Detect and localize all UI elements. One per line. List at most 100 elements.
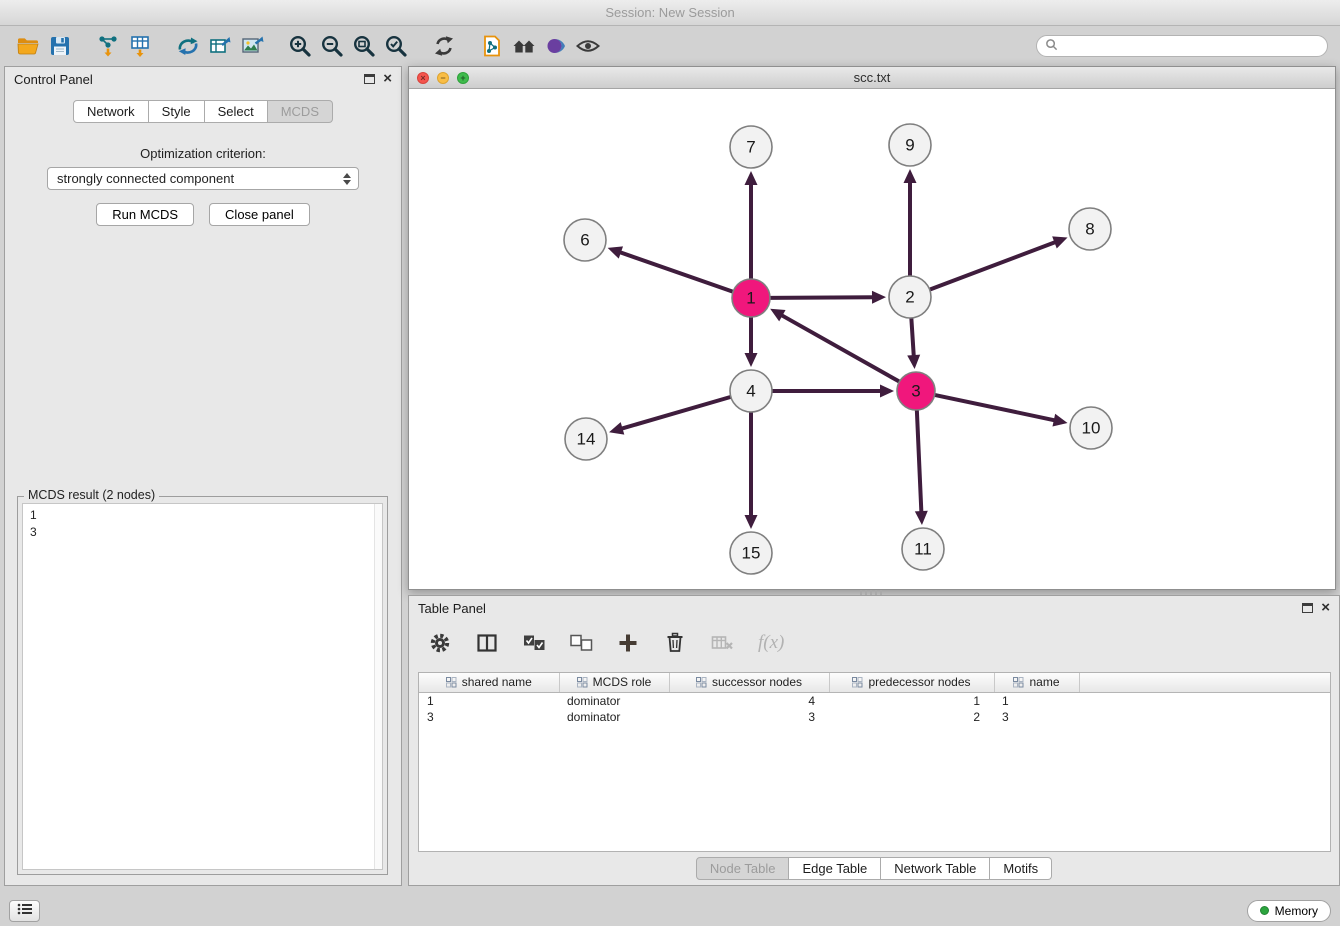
network-node-15[interactable]: 15 bbox=[730, 532, 772, 574]
import-network-icon[interactable] bbox=[92, 31, 124, 61]
tab-style[interactable]: Style bbox=[149, 100, 205, 123]
unselect-all-icon[interactable] bbox=[566, 628, 596, 658]
zoom-fit-icon[interactable] bbox=[348, 31, 380, 61]
column-header-successor-nodes[interactable]: successor nodes bbox=[669, 673, 829, 692]
column-header-shared-name[interactable]: shared name bbox=[419, 673, 559, 692]
column-header-mcds-role[interactable]: MCDS role bbox=[559, 673, 669, 692]
table-cell[interactable]: 3 bbox=[419, 709, 559, 725]
network-node-7[interactable]: 7 bbox=[730, 126, 772, 168]
delete-row-icon[interactable] bbox=[660, 628, 690, 658]
network-edge-3-11[interactable] bbox=[917, 410, 922, 513]
optimization-criterion-label: Optimization criterion: bbox=[5, 146, 401, 161]
edge-arrowhead bbox=[1052, 414, 1067, 427]
minimize-window-icon[interactable]: − bbox=[437, 72, 449, 84]
float-table-panel-icon[interactable] bbox=[1302, 603, 1313, 613]
svg-text:11: 11 bbox=[914, 540, 932, 559]
tab-select[interactable]: Select bbox=[205, 100, 268, 123]
search-input[interactable] bbox=[1063, 39, 1319, 53]
edge-arrowhead bbox=[608, 246, 623, 258]
network-edge-2-3[interactable] bbox=[911, 318, 913, 357]
svg-text:8: 8 bbox=[1085, 220, 1094, 239]
apply-layout-icon[interactable] bbox=[428, 31, 460, 61]
save-session-icon[interactable] bbox=[44, 31, 76, 61]
add-row-icon[interactable] bbox=[613, 628, 643, 658]
show-graphics-icon[interactable] bbox=[572, 31, 604, 61]
zoom-in-icon[interactable] bbox=[284, 31, 316, 61]
select-all-icon[interactable] bbox=[519, 628, 549, 658]
network-node-2[interactable]: 2 bbox=[889, 276, 931, 318]
edge-arrowhead bbox=[915, 511, 928, 525]
table-cell[interactable]: 1 bbox=[419, 692, 559, 709]
close-panel-icon[interactable]: × bbox=[383, 74, 392, 84]
table-cell[interactable]: dominator bbox=[559, 709, 669, 725]
tab-mcds[interactable]: MCDS bbox=[268, 100, 333, 123]
tab-network[interactable]: Network bbox=[73, 100, 149, 123]
table-cell[interactable]: 1 bbox=[994, 692, 1079, 709]
open-session-icon[interactable] bbox=[12, 31, 44, 61]
zoom-selected-icon[interactable] bbox=[380, 31, 412, 61]
export-network-icon[interactable] bbox=[172, 31, 204, 61]
style-icon[interactable] bbox=[540, 31, 572, 61]
function-builder-icon[interactable]: f(x) bbox=[758, 632, 784, 654]
network-window-title: scc.txt bbox=[409, 70, 1335, 85]
tab-network-table[interactable]: Network Table bbox=[881, 857, 990, 880]
network-edge-4-14[interactable] bbox=[621, 397, 731, 429]
edge-arrowhead bbox=[745, 353, 758, 367]
import-table-icon[interactable] bbox=[124, 31, 156, 61]
table-settings-icon[interactable] bbox=[425, 628, 455, 658]
float-panel-icon[interactable] bbox=[364, 74, 375, 84]
network-edge-3-10[interactable] bbox=[935, 395, 1056, 421]
tab-edge-table[interactable]: Edge Table bbox=[789, 857, 881, 880]
network-file-icon[interactable] bbox=[476, 31, 508, 61]
table-panel-header: Table Panel × bbox=[409, 596, 1339, 620]
table-cell[interactable]: 3 bbox=[994, 709, 1079, 725]
network-edge-1-2[interactable] bbox=[770, 297, 874, 298]
network-node-6[interactable]: 6 bbox=[564, 219, 606, 261]
delete-table-icon bbox=[707, 628, 737, 658]
edge-arrowhead bbox=[745, 515, 758, 529]
svg-text:9: 9 bbox=[905, 136, 914, 155]
network-node-11[interactable]: 11 bbox=[902, 528, 944, 570]
edge-arrowhead bbox=[907, 355, 920, 369]
result-scrollbar[interactable] bbox=[374, 504, 382, 869]
network-node-10[interactable]: 10 bbox=[1070, 407, 1112, 449]
export-table-icon[interactable] bbox=[204, 31, 236, 61]
network-node-3[interactable]: 3 bbox=[897, 372, 935, 410]
network-node-9[interactable]: 9 bbox=[889, 124, 931, 166]
network-canvas[interactable]: 7 9 6 8 1 2 4 3 14 10 15 11 bbox=[409, 89, 1335, 589]
panel-menu-button[interactable] bbox=[9, 900, 40, 922]
table-cell[interactable]: 2 bbox=[829, 709, 994, 725]
table-cell[interactable]: dominator bbox=[559, 692, 669, 709]
search-box[interactable] bbox=[1036, 35, 1328, 57]
network-node-1[interactable]: 1 bbox=[732, 279, 770, 317]
home-icon[interactable] bbox=[508, 31, 540, 61]
zoom-out-icon[interactable] bbox=[316, 31, 348, 61]
column-header-predecessor-nodes[interactable]: predecessor nodes bbox=[829, 673, 994, 692]
export-image-icon[interactable] bbox=[236, 31, 268, 61]
column-header-name[interactable]: name bbox=[994, 673, 1079, 692]
network-window: × − + scc.txt 7 9 6 8 1 2 4 3 14 10 15 11 bbox=[408, 66, 1336, 590]
close-panel-button[interactable]: Close panel bbox=[209, 203, 310, 226]
table-cell[interactable]: 1 bbox=[829, 692, 994, 709]
tab-motifs[interactable]: Motifs bbox=[990, 857, 1052, 880]
show-columns-icon[interactable] bbox=[472, 628, 502, 658]
table-row[interactable]: 1dominator411 bbox=[419, 692, 1330, 709]
close-window-icon[interactable]: × bbox=[417, 72, 429, 84]
table-row[interactable]: 3dominator323 bbox=[419, 709, 1330, 725]
maximize-window-icon[interactable]: + bbox=[457, 72, 469, 84]
network-edge-2-8[interactable] bbox=[930, 242, 1057, 290]
tab-node-table[interactable]: Node Table bbox=[696, 857, 790, 880]
close-table-panel-icon[interactable]: × bbox=[1321, 603, 1330, 613]
table-panel: Table Panel × f(x) shared nameMCDS roles… bbox=[408, 595, 1340, 886]
dropdown-stepper-icon bbox=[343, 173, 353, 185]
network-node-14[interactable]: 14 bbox=[565, 418, 607, 460]
network-node-4[interactable]: 4 bbox=[730, 370, 772, 412]
network-edge-3-1[interactable] bbox=[781, 315, 900, 382]
run-mcds-button[interactable]: Run MCDS bbox=[96, 203, 194, 226]
network-node-8[interactable]: 8 bbox=[1069, 208, 1111, 250]
table-cell[interactable]: 4 bbox=[669, 692, 829, 709]
table-cell[interactable]: 3 bbox=[669, 709, 829, 725]
network-edge-1-6[interactable] bbox=[619, 252, 733, 292]
memory-button[interactable]: Memory bbox=[1247, 900, 1331, 922]
criterion-dropdown[interactable]: strongly connected component bbox=[47, 167, 359, 190]
